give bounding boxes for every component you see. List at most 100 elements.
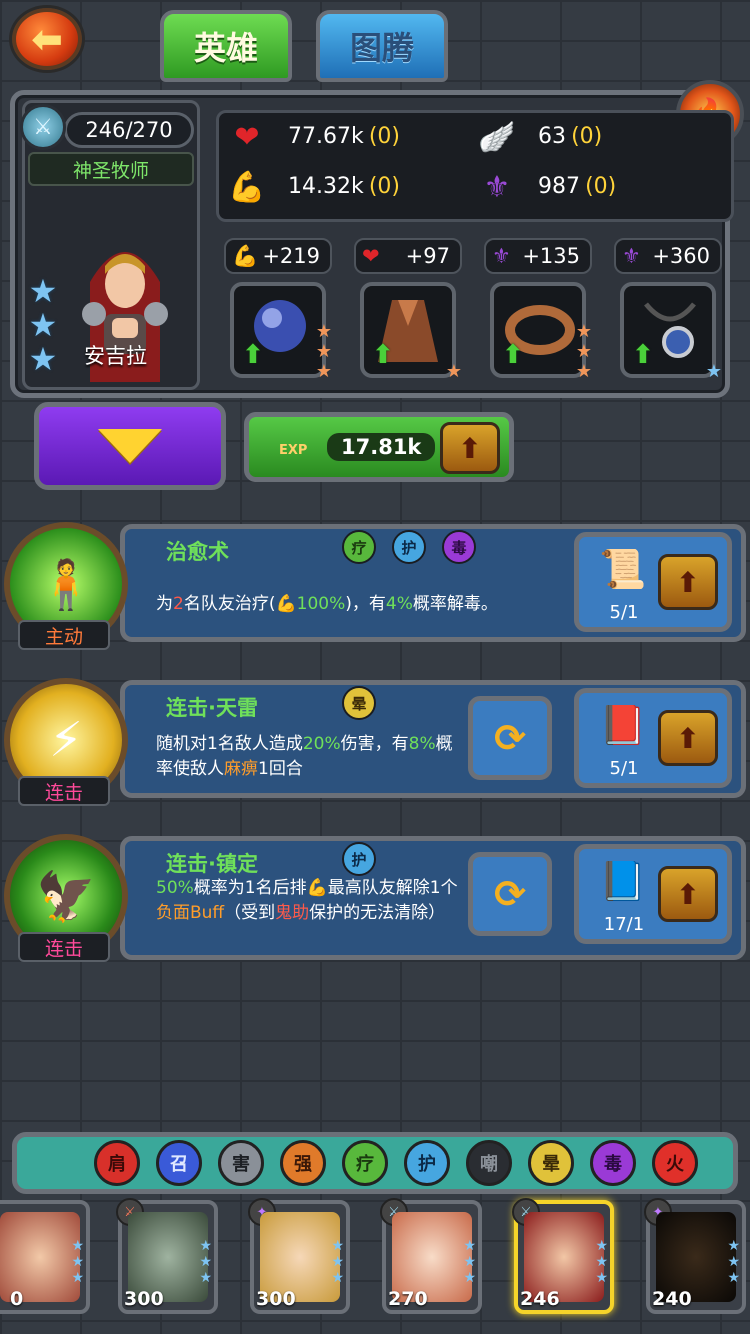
desc-part: 名队友治疗( — [183, 594, 276, 614]
collapse-button[interactable] — [34, 402, 226, 490]
hero-capacity: 246/270 — [64, 112, 194, 148]
equip-slot-belt[interactable]: ⬆ — [490, 282, 586, 378]
banner-icon: ⚜ — [622, 244, 641, 268]
roster-cap: 246 — [520, 1288, 560, 1310]
filter-chip[interactable]: 晕 — [528, 1140, 574, 1186]
exp-label: EXP — [279, 443, 308, 458]
roster-hero[interactable]: ⚔ ★ ★ ★ 270 — [380, 1198, 482, 1314]
tab-totem[interactable]: 图腾 — [316, 10, 448, 82]
desc-part: 8% — [408, 734, 436, 754]
roster-cap: 0 — [10, 1288, 24, 1310]
back-button[interactable]: ⬅ — [12, 8, 82, 70]
muscle-icon: 💪 — [275, 594, 297, 614]
lightning-icon: ⚡ — [49, 712, 83, 768]
stat-speed-delta: (0) — [571, 124, 603, 149]
tab-hero[interactable]: 英雄 — [160, 10, 292, 82]
roster-hero[interactable]: ★ ★ ★ 0 — [0, 1200, 90, 1314]
arrow-up-icon: ⬆ — [676, 721, 700, 755]
stat-defense-delta: (0) — [585, 174, 617, 199]
star-icon: ★ — [575, 341, 593, 362]
skill-upgrade-button[interactable]: ⬆ — [658, 554, 718, 610]
stat-hp: 77.67k (0) — [288, 124, 400, 149]
star-icon: ★ ★ ★ — [71, 1238, 84, 1286]
muscle-icon: 💪 — [232, 243, 259, 268]
roster-hero[interactable]: ✦ ★ ★ ★ 300 — [248, 1198, 350, 1314]
hero-name: 安吉拉 — [84, 344, 147, 368]
arrow-up-icon: ⬆ — [676, 877, 700, 911]
filter-chip[interactable]: 火 — [652, 1140, 698, 1186]
book-count: 5/1 — [609, 758, 639, 779]
skill-type-active: 主动 — [18, 620, 110, 650]
stat-hp-delta: (0) — [368, 124, 400, 149]
star-icon: ★ — [315, 361, 333, 382]
roster-hero[interactable]: ✦ ★ ★ ★ 240 — [644, 1198, 746, 1314]
desc-part: )，有 — [345, 594, 386, 614]
skill-upgrade-button[interactable]: ⬆ — [658, 710, 718, 766]
banner-icon: ⚜ — [492, 244, 511, 268]
upgrade-arrow-icon: ⬆ — [502, 340, 524, 370]
skill-title: 连击·天雷 — [166, 696, 258, 720]
stat-defense: 987 (0) — [538, 174, 616, 199]
filter-chip[interactable]: 强 — [280, 1140, 326, 1186]
desc-part: 伤害，有 — [340, 734, 409, 754]
filter-chip[interactable]: 护 — [404, 1140, 450, 1186]
bonus-attack: 💪 +219 — [224, 238, 332, 274]
star-icon: ★ — [28, 340, 58, 378]
star-icon: ★ ★ ★ — [331, 1238, 344, 1286]
desc-part: 为 — [156, 594, 173, 614]
upgrade-arrow-icon: ⬆ — [242, 340, 264, 370]
upgrade-arrow-icon: ⬆ — [632, 340, 654, 370]
filter-chip[interactable]: 召 — [156, 1140, 202, 1186]
desc-part: 100% — [296, 594, 346, 614]
level-up-button[interactable]: ⬆ — [440, 422, 500, 474]
skill-upgrade-button[interactable]: ⬆ — [658, 866, 718, 922]
swap-skill-button[interactable]: ⟳ — [468, 696, 552, 780]
star-icon: ★ — [315, 321, 333, 342]
filter-chip[interactable]: 毒 — [590, 1140, 636, 1186]
star-icon: ★ — [575, 361, 593, 382]
filter-chip[interactable]: 肩 — [94, 1140, 140, 1186]
desc-part: 保护的无法清除） — [309, 903, 446, 923]
star-icon: ★ ★ ★ — [727, 1238, 740, 1286]
filter-chip[interactable]: 害 — [218, 1140, 264, 1186]
axe-class-icon: ⚔ — [20, 104, 66, 150]
stat-defense-value: 987 — [538, 174, 580, 199]
roster-hero-selected[interactable]: ⚔ ★ ★ ★ 246 — [512, 1198, 614, 1314]
roster-hero[interactable]: ⚔ ★ ★ ★ 300 — [116, 1198, 218, 1314]
skill-type-combo: 连击 — [18, 776, 110, 806]
book-count: 17/1 — [603, 914, 645, 935]
book-icon: 📕 — [599, 703, 647, 747]
exp-value: 17.81k — [327, 433, 436, 461]
skill-type-combo: 连击 — [18, 932, 110, 962]
equip-slot-orb[interactable]: ⬆ — [230, 282, 326, 378]
stat-speed-value: 63 — [538, 124, 566, 149]
swap-skill-button[interactable]: ⟳ — [468, 852, 552, 936]
stat-attack-value: 14.32k — [288, 174, 364, 199]
scroll-icon: 📜 — [599, 547, 647, 591]
filter-chip[interactable]: 嘲 — [466, 1140, 512, 1186]
desc-part: 概率为1名后排 — [193, 878, 307, 898]
star-icon: ★ — [445, 361, 463, 382]
arrow-up-icon: ⬆ — [676, 565, 700, 599]
star-icon: ★ — [315, 341, 333, 362]
star-icon: ★ ★ ★ — [595, 1238, 608, 1286]
equip-slot-amulet[interactable]: ⬆ — [620, 282, 716, 378]
equip-slot-cloak[interactable]: ⬆ — [360, 282, 456, 378]
bonus-hp: ❤ +97 — [354, 238, 462, 274]
desc-part: 最高队友解除1个 — [327, 878, 458, 898]
tag-poison: 毒 — [442, 530, 476, 564]
wing-icon: 🪽 — [478, 119, 516, 155]
arrow-left-icon: ⬅ — [31, 17, 63, 61]
stat-attack: 14.32k (0) — [288, 174, 400, 199]
upgrade-arrow-icon: ⬆ — [372, 340, 394, 370]
arrow-up-icon: ⬆ — [458, 431, 482, 465]
book-icon: 📘 — [599, 859, 647, 903]
filter-chip[interactable]: 疗 — [342, 1140, 388, 1186]
skill-title: 治愈术 — [166, 540, 229, 564]
bonus-defense: ⚜ +360 — [614, 238, 722, 274]
skill-description: 50%概率为1名后排💪最高队友解除1个负面Buff（受到鬼助保护的无法清除） — [156, 876, 468, 926]
desc-part: 2 — [173, 594, 184, 614]
refresh-icon: ⟳ — [494, 872, 526, 916]
desc-part: （受到 — [224, 903, 276, 923]
skill-title: 连击·镇定 — [166, 852, 258, 876]
